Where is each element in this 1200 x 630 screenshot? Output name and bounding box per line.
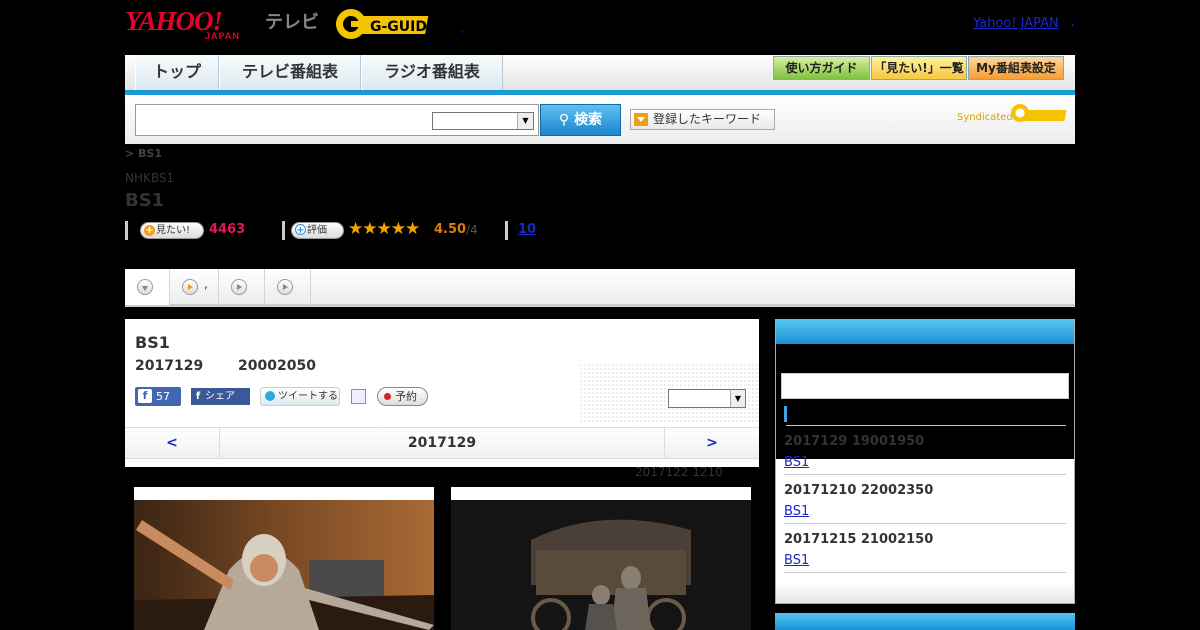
stat-divider: [125, 221, 128, 240]
chevron-down-icon: ▼: [517, 113, 533, 129]
chevron-down-icon: ▼: [730, 390, 745, 407]
twitter-bird-icon: [265, 391, 275, 401]
syndicated-text: Syndicated: [957, 112, 1013, 123]
yahoo-japan-logo[interactable]: YAHOO! JAPAN: [125, 6, 263, 42]
page: YAHOO! JAPAN テレビ G-GUIDE , Yahoo! JAPAN …: [0, 0, 1200, 630]
breadcrumb: > BS1: [125, 147, 163, 160]
rating-score: 4.50: [434, 222, 467, 237]
next-day-link[interactable]: >: [664, 428, 759, 458]
search-category-select[interactable]: ▼: [432, 112, 534, 130]
second-panel-header: [775, 613, 1075, 630]
panel-footer: [776, 583, 1074, 603]
program-date: 2017129: [135, 358, 204, 374]
list-item: 20171210 22002350 BS1: [784, 475, 1066, 524]
play-icon: [277, 279, 293, 295]
nav-tab-top[interactable]: トップ: [135, 55, 219, 90]
logo-tv-text: テレビ: [265, 12, 319, 33]
plus-icon: +: [144, 225, 155, 236]
page-title: BS1: [125, 190, 165, 211]
panel-header: [776, 320, 1074, 344]
my-schedule-settings-button[interactable]: My番組表設定: [968, 56, 1064, 80]
chevron-down-icon: [137, 279, 153, 295]
header-dot: ,: [461, 24, 465, 35]
tweet-button[interactable]: ツイートする: [260, 387, 340, 406]
related-broadcasts-panel: 2017129 19001950 BS1 20171210 22002350 B…: [775, 319, 1075, 604]
logo-japan-text: JAPAN: [205, 31, 240, 41]
update-note: 2017122 1210: [635, 465, 723, 479]
broadcast-datetime: 20171215 21002150: [784, 532, 934, 547]
search-icon: ⚲: [558, 112, 575, 128]
program-photo-1[interactable]: [134, 487, 434, 630]
want-list-button[interactable]: 「見たい!」一覧: [871, 56, 967, 80]
facebook-like-count: 57: [156, 390, 170, 403]
reserve-button[interactable]: 予約: [377, 387, 428, 406]
facebook-share-label: シェア: [205, 391, 235, 402]
program-card: BS1 2017129 20002050 f 57 f シェア ツイートする 予約 …: [125, 319, 759, 467]
broadcast-link[interactable]: BS1: [784, 553, 809, 568]
facebook-like-button[interactable]: f 57: [135, 387, 181, 406]
list-item: 20171215 21002150 BS1: [784, 524, 1066, 573]
stat-divider: [505, 221, 508, 240]
reserve-label: 予約: [395, 390, 417, 403]
search-button-label: 検索: [574, 112, 603, 128]
previous-day-link[interactable]: <: [125, 428, 220, 458]
rate-button[interactable]: + 評価: [291, 222, 344, 239]
rating-stars-icon: ★★★★★: [348, 219, 420, 239]
broadcast-link[interactable]: BS1: [784, 504, 809, 519]
want-count: 4463: [209, 222, 246, 237]
current-day: 2017129: [407, 435, 477, 451]
facebook-icon: f: [138, 389, 152, 403]
stat-divider: [282, 221, 285, 240]
program-title: BS1: [135, 333, 170, 352]
tab-3[interactable]: [219, 269, 265, 305]
nav-tab-tv-listings[interactable]: テレビ番組表: [219, 55, 361, 90]
syndicated-gguide-logo: [1011, 104, 1067, 122]
rating-score-max: /4: [466, 223, 478, 237]
gguide-logo[interactable]: G-GUIDE: [334, 6, 434, 42]
header-link-dot: ,: [1071, 14, 1075, 28]
saved-keywords-label: 登録したキーワード: [653, 112, 762, 126]
saved-keywords-button[interactable]: 登録したキーワード: [630, 109, 775, 130]
gguide-logo-text: G-GUIDE: [370, 19, 434, 35]
program-photo-2[interactable]: [451, 487, 751, 630]
play-icon: [231, 279, 247, 295]
share-icon[interactable]: [351, 389, 366, 404]
tab-2[interactable]: ,: [170, 269, 219, 305]
broadcast-link[interactable]: BS1: [784, 455, 809, 470]
review-count-link[interactable]: 10: [518, 222, 536, 237]
program-time: 20002050: [238, 358, 316, 374]
section-marker: [784, 406, 787, 422]
network-name: NHKBS1: [125, 171, 175, 185]
tab-1[interactable]: [125, 269, 170, 305]
want-to-watch-label: 見たい!: [156, 225, 191, 236]
nav-tab-radio-listings[interactable]: ラジオ番組表: [361, 55, 503, 90]
day-navigation: < 2017129 >: [125, 427, 759, 459]
plus-icon: +: [295, 224, 306, 236]
guide-button[interactable]: 使い方ガイド: [773, 56, 870, 80]
facebook-icon: f: [195, 391, 201, 402]
stage-photo-image: [134, 500, 434, 630]
record-dot-icon: [384, 393, 391, 400]
want-to-watch-button[interactable]: + 見たい!: [140, 222, 204, 239]
search-bar: ▼ ⚲ 検索 登録したキーワード Syndicated: [125, 95, 1075, 144]
dropdown-triangle-icon: [634, 113, 648, 126]
tab-4[interactable]: [265, 269, 311, 305]
yahoo-japan-link[interactable]: Yahoo! JAPAN: [973, 16, 1059, 31]
panel-input[interactable]: [781, 373, 1069, 399]
main-nav: トップ テレビ番組表 ラジオ番組表 使い方ガイド 「見たい!」一覧 My番組表設…: [125, 55, 1075, 95]
program-options-select[interactable]: ▼: [668, 389, 746, 408]
content-tabs: ,: [125, 269, 1075, 307]
stage-photo-image: [451, 500, 751, 630]
rate-label: 評価: [307, 225, 327, 236]
play-icon: [182, 279, 198, 295]
broadcast-datetime: 20171210 22002350: [784, 483, 934, 498]
tweet-label: ツイートする: [278, 391, 338, 402]
tab-2-label: ,: [204, 277, 208, 291]
facebook-share-button[interactable]: f シェア: [191, 388, 250, 405]
list-item: 2017129 19001950 BS1: [784, 426, 1066, 475]
broadcast-datetime: 2017129 19001950: [784, 434, 925, 449]
search-button[interactable]: ⚲ 検索: [540, 104, 621, 136]
